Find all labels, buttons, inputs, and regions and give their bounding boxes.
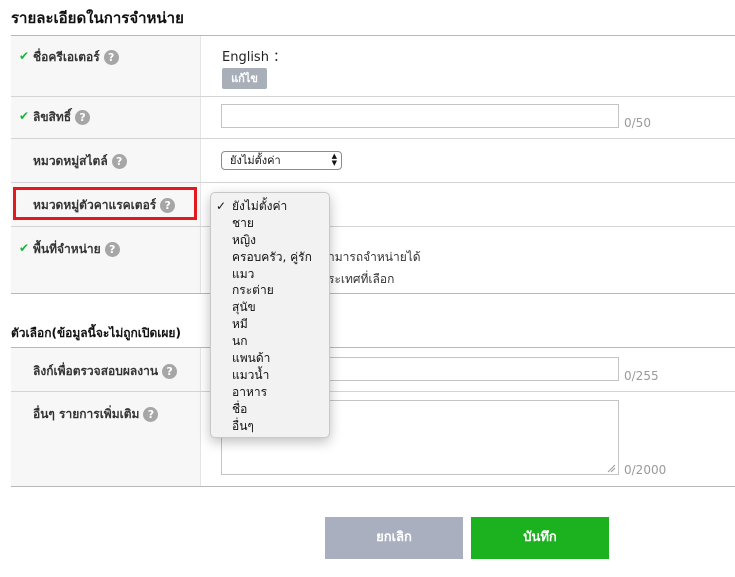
- style-category-label: หมวดหมู่สไตล์: [33, 154, 108, 168]
- section-end-divider: [11, 293, 735, 294]
- verification-link-label: ลิงก์เพื่อตรวจสอบผลงาน: [33, 364, 159, 378]
- column-divider: [200, 36, 201, 293]
- dropdown-option[interactable]: ครอบครัว, คู่รัก: [211, 249, 329, 266]
- dropdown-option[interactable]: ชื่อ: [211, 401, 329, 418]
- dropdown-option-label: หญิง: [232, 232, 256, 247]
- english-name-label: English ：: [222, 50, 287, 65]
- help-icon[interactable]: ?: [104, 242, 120, 257]
- dropdown-option-label: นก: [232, 334, 248, 349]
- help-icon[interactable]: ?: [162, 364, 178, 379]
- save-button[interactable]: บันทึก: [471, 517, 609, 559]
- help-icon[interactable]: ?: [111, 154, 127, 169]
- dropdown-option[interactable]: ✓ ยังไม่ตั้งค่า: [211, 198, 329, 215]
- page-title: รายละเอียดในการจำหน่าย: [11, 9, 184, 27]
- dropdown-option-label: ครอบครัว, คู่รัก: [232, 249, 312, 264]
- copyright-label: ลิขสิทธิ์: [33, 110, 72, 124]
- dropdown-option[interactable]: อาหาร: [211, 384, 329, 401]
- verification-link-row-label: ลิงก์เพื่อตรวจสอบผลงาน ?: [33, 362, 178, 381]
- copyright-row-label: ลิขสิทธิ์ ?: [33, 108, 91, 127]
- sales-region-label: พื้นที่จำหน่าย: [33, 242, 101, 256]
- style-category-selected: ยังไม่ตั้งค่า: [230, 154, 281, 167]
- optional-section-heading: ตัวเลือก(ข้อมูลนี้จะไม่ถูกเปิดเผย): [11, 326, 181, 340]
- other-notes-row-label: อื่นๆ รายการเพิ่มเติม ?: [33, 405, 159, 424]
- help-icon[interactable]: ?: [143, 407, 159, 422]
- dropdown-option-label: ชื่อ: [232, 401, 248, 416]
- dropdown-option[interactable]: แมวน้ำ: [211, 367, 329, 384]
- dropdown-option[interactable]: นก: [211, 333, 329, 350]
- copyright-counter: 0/50: [624, 116, 651, 130]
- dropdown-option-label: ยังไม่ตั้งค่า: [232, 199, 288, 213]
- character-category-dropdown[interactable]: ✓ ยังไม่ตั้งค่าชายหญิงครอบครัว, คู่รักแมว…: [210, 192, 330, 438]
- dropdown-option[interactable]: กระต่าย: [211, 282, 329, 299]
- dropdown-option-label: แมวน้ำ: [232, 367, 270, 382]
- other-notes-label: อื่นๆ รายการเพิ่มเติม: [33, 407, 140, 421]
- verification-link-counter: 0/255: [624, 369, 659, 383]
- dropdown-option-label: กระต่าย: [232, 283, 274, 298]
- select-arrows-icon: ▲ ▼: [331, 152, 337, 167]
- dropdown-option-label: สุนัข: [232, 300, 256, 315]
- help-icon[interactable]: ?: [75, 110, 91, 125]
- row-divider: [11, 96, 735, 97]
- dropdown-option-label: อาหาร: [232, 384, 268, 399]
- sales-region-text-line2: ระเทศที่เลือก: [328, 272, 395, 286]
- row-divider: [11, 391, 735, 392]
- style-category-select[interactable]: ยังไม่ตั้งค่า ▲ ▼: [221, 151, 342, 170]
- row-divider: [11, 138, 735, 139]
- creator-name-label: ชื่อครีเอเตอร์: [33, 50, 100, 64]
- edit-button[interactable]: แก้ไข: [222, 68, 267, 89]
- dropdown-option-label: ชาย: [232, 215, 254, 230]
- column-divider: [200, 348, 201, 486]
- dropdown-option[interactable]: หมี: [211, 316, 329, 333]
- dropdown-option-label: หมี: [232, 317, 248, 332]
- sales-region-text-line1: ามารถจำหน่ายได้: [328, 250, 421, 264]
- complete-check-icon: ✔: [19, 49, 30, 63]
- copyright-input[interactable]: [221, 104, 619, 128]
- creator-name-row-label: ชื่อครีเอเตอร์ ?: [33, 48, 119, 67]
- help-icon[interactable]: ?: [103, 50, 119, 65]
- cancel-button[interactable]: ยกเลิก: [325, 517, 463, 559]
- dropdown-option[interactable]: แพนด้า: [211, 350, 329, 367]
- style-category-row-label: หมวดหมู่สไตล์ ?: [33, 152, 127, 171]
- dropdown-option[interactable]: หญิง: [211, 232, 329, 249]
- dropdown-option-label: แมว: [232, 266, 255, 281]
- dropdown-option-label: อื่นๆ: [232, 418, 254, 433]
- other-notes-counter: 0/2000: [624, 463, 667, 477]
- highlight-box: [13, 187, 197, 220]
- dropdown-option[interactable]: อื่นๆ: [211, 418, 329, 435]
- complete-check-icon: ✔: [19, 109, 30, 123]
- row-divider: [11, 226, 735, 227]
- sales-region-row-label: พื้นที่จำหน่าย ?: [33, 240, 120, 259]
- row-divider: [11, 182, 735, 183]
- complete-check-icon: ✔: [19, 241, 30, 255]
- dropdown-option-label: แพนด้า: [232, 351, 271, 366]
- checkmark-icon: ✓: [216, 199, 227, 213]
- resize-grip-icon[interactable]: [606, 463, 616, 473]
- optional-bottom-divider: [11, 486, 735, 487]
- dropdown-option[interactable]: ชาย: [211, 215, 329, 232]
- dropdown-option[interactable]: แมว: [211, 266, 329, 283]
- dropdown-option[interactable]: สุนัข: [211, 299, 329, 316]
